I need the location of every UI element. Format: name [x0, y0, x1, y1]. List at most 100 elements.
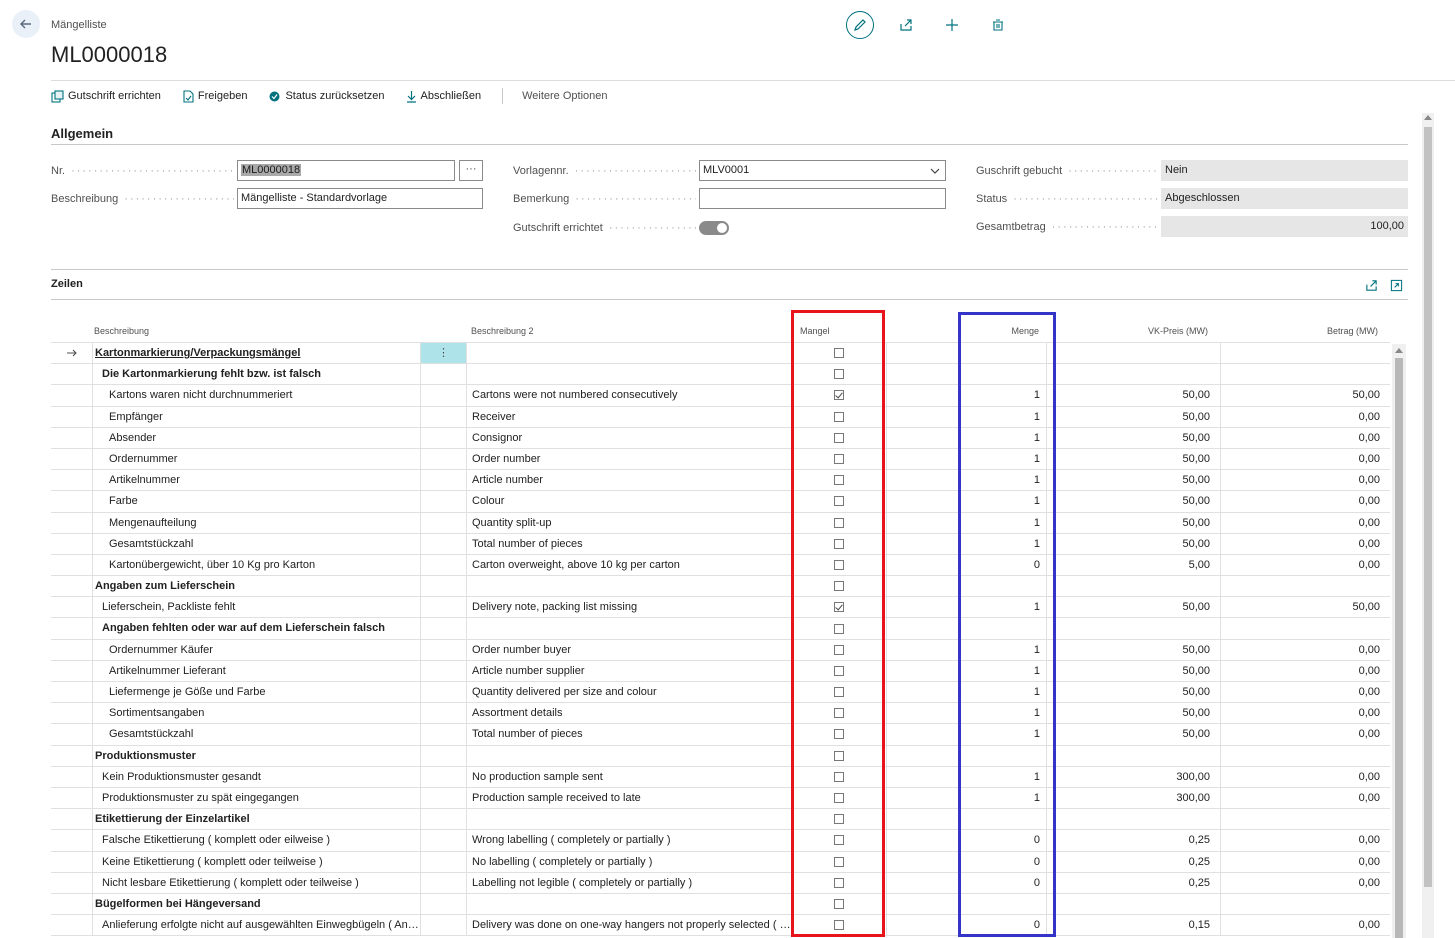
table-row[interactable]: Kartonübergewicht, über 10 Kg pro Karton…: [51, 554, 1390, 577]
table-row[interactable]: Ordernummer Käufer Order number buyer 1 50,…: [51, 639, 1390, 661]
row-beschreibung[interactable]: Angaben zum Lieferschein: [93, 576, 420, 596]
row-beschreibung[interactable]: Gesamtstückzahl: [93, 534, 420, 554]
row-beschreibung[interactable]: Kartons waren nicht durchnummeriert: [93, 385, 420, 405]
gutschrift-errichten-button[interactable]: Gutschrift errichten: [51, 89, 161, 103]
row-menge[interactable]: 1: [886, 597, 1046, 618]
row-vk-preis[interactable]: 0,15: [1046, 915, 1220, 936]
row-beschreibung2[interactable]: Total number of pieces: [468, 534, 791, 554]
row-beschreibung2[interactable]: Order number: [468, 449, 791, 469]
row-vk-preis[interactable]: [1046, 893, 1220, 915]
row-menge[interactable]: 1: [886, 427, 1046, 448]
row-vk-preis[interactable]: 50,00: [1046, 703, 1220, 724]
mangel-checkbox[interactable]: [834, 793, 844, 804]
row-menge[interactable]: [886, 809, 1046, 830]
row-beschreibung2[interactable]: Order number buyer: [468, 640, 791, 660]
row-actions-button[interactable]: [420, 576, 467, 597]
row-menge[interactable]: 1: [886, 703, 1046, 724]
row-vk-preis[interactable]: 0,25: [1046, 872, 1220, 893]
row-vk-preis[interactable]: 300,00: [1046, 766, 1220, 787]
row-menge[interactable]: 1: [886, 682, 1046, 703]
row-menge[interactable]: [886, 893, 1046, 915]
row-beschreibung[interactable]: Absender: [93, 428, 420, 448]
row-menge[interactable]: 1: [886, 639, 1046, 660]
row-beschreibung2[interactable]: Delivery was done on one-way hangers not…: [468, 915, 791, 935]
row-beschreibung2[interactable]: Wrong labelling ( completely or partiall…: [468, 830, 791, 850]
row-beschreibung2[interactable]: Consignor: [468, 428, 791, 448]
row-actions-button[interactable]: [420, 597, 467, 618]
row-menge[interactable]: 1: [886, 660, 1046, 681]
table-row[interactable]: Die Kartonmarkierung fehlt bzw. ist fals…: [51, 364, 1390, 386]
mangel-checkbox[interactable]: [834, 708, 844, 719]
row-menge[interactable]: 1: [886, 787, 1046, 809]
mangel-checkbox[interactable]: [834, 517, 844, 528]
row-menge[interactable]: 1: [886, 724, 1046, 745]
row-menge[interactable]: 0: [886, 851, 1046, 872]
row-vk-preis[interactable]: [1046, 618, 1220, 639]
row-actions-button[interactable]: [420, 491, 467, 512]
row-beschreibung[interactable]: Keine Etikettierung ( komplett oder teil…: [93, 852, 420, 872]
row-beschreibung2[interactable]: Total number of pieces: [468, 724, 791, 744]
table-row[interactable]: Angaben fehlten oder war auf dem Liefers…: [51, 618, 1390, 640]
mangel-checkbox[interactable]: [834, 856, 844, 867]
row-beschreibung2[interactable]: [468, 894, 791, 914]
row-actions-button[interactable]: [420, 660, 467, 681]
row-vk-preis[interactable]: 50,00: [1046, 639, 1220, 660]
row-menge[interactable]: [886, 745, 1046, 766]
col-header-vk-preis[interactable]: VK-Preis (MW): [1120, 326, 1208, 336]
mangel-checkbox[interactable]: [834, 559, 844, 570]
vorlagennr-select[interactable]: MLV0001: [699, 160, 946, 181]
row-vk-preis[interactable]: [1046, 745, 1220, 766]
row-beschreibung[interactable]: Artikelnummer: [93, 470, 420, 490]
row-menge[interactable]: 1: [886, 533, 1046, 554]
mangel-checkbox[interactable]: [834, 411, 844, 422]
mangel-checkbox[interactable]: [834, 771, 844, 782]
row-beschreibung2[interactable]: Carton overweight, above 10 kg per carto…: [468, 555, 791, 575]
row-beschreibung[interactable]: Kartonmarkierung/Verpackungsmängel: [93, 343, 420, 363]
row-vk-preis[interactable]: 50,00: [1046, 724, 1220, 745]
row-beschreibung[interactable]: Kartonübergewicht, über 10 Kg pro Karton: [93, 555, 420, 575]
grid-scrollbar[interactable]: [1392, 344, 1406, 938]
row-beschreibung2[interactable]: [468, 343, 791, 363]
table-row[interactable]: Produktionsmuster: [51, 745, 1390, 767]
breadcrumb[interactable]: Mängelliste: [51, 19, 107, 31]
row-actions-button[interactable]: [420, 448, 467, 470]
row-actions-button[interactable]: [420, 766, 467, 787]
row-beschreibung[interactable]: Empfänger: [93, 407, 420, 427]
mangel-checkbox[interactable]: [834, 348, 844, 359]
row-menge[interactable]: 0: [886, 915, 1046, 936]
row-vk-preis[interactable]: 0,25: [1046, 830, 1220, 851]
mangel-checkbox[interactable]: [834, 814, 844, 825]
table-row[interactable]: Mengenaufteilung Quantity split-up 1 50,00 0…: [51, 512, 1390, 534]
table-row[interactable]: Keine Etikettierung ( komplett oder teil…: [51, 851, 1390, 873]
table-row[interactable]: Kein Produktionsmuster gesandt No product…: [51, 766, 1390, 788]
row-actions-button[interactable]: [420, 915, 467, 936]
row-menge[interactable]: 0: [886, 830, 1046, 851]
row-actions-button[interactable]: [420, 809, 467, 830]
row-vk-preis[interactable]: 50,00: [1046, 512, 1220, 533]
row-menge[interactable]: 1: [886, 448, 1046, 470]
row-beschreibung[interactable]: Nicht lesbare Etikettierung ( komplett o…: [93, 873, 420, 893]
edit-button[interactable]: [846, 11, 874, 39]
col-header-mangel[interactable]: Mangel: [800, 326, 830, 336]
table-row[interactable]: Gesamtstückzahl Total number of pieces 1 50…: [51, 533, 1390, 555]
table-row[interactable]: Sortimentsangaben Assortment details 1 50,0…: [51, 703, 1390, 725]
row-actions-button[interactable]: [420, 618, 467, 639]
allgemein-section-title[interactable]: Allgemein: [51, 126, 113, 141]
table-row[interactable]: Ordernummer Order number 1 50,00 0,00: [51, 448, 1390, 471]
mangel-checkbox[interactable]: [834, 581, 844, 592]
row-beschreibung2[interactable]: Article number supplier: [468, 661, 791, 681]
zeilen-section-title[interactable]: Zeilen: [51, 278, 83, 290]
row-actions-button[interactable]: [420, 893, 467, 915]
row-beschreibung[interactable]: Liefermenge je Göße und Farbe: [93, 682, 420, 702]
gutschrift-errichtet-toggle[interactable]: [699, 221, 729, 235]
mangel-checkbox[interactable]: [834, 369, 844, 380]
table-row[interactable]: Nicht lesbare Etikettierung ( komplett o…: [51, 872, 1390, 894]
mangel-checkbox[interactable]: [834, 898, 844, 909]
row-beschreibung[interactable]: Etikettierung der Einzelartikel: [93, 809, 420, 829]
row-vk-preis[interactable]: 300,00: [1046, 787, 1220, 809]
table-row[interactable]: Gesamtstückzahl Total number of pieces 1 50…: [51, 724, 1390, 746]
mangel-checkbox[interactable]: [834, 475, 844, 486]
row-actions-button[interactable]: [420, 512, 467, 533]
row-vk-preis[interactable]: [1046, 576, 1220, 597]
row-menge[interactable]: 1: [886, 406, 1046, 427]
